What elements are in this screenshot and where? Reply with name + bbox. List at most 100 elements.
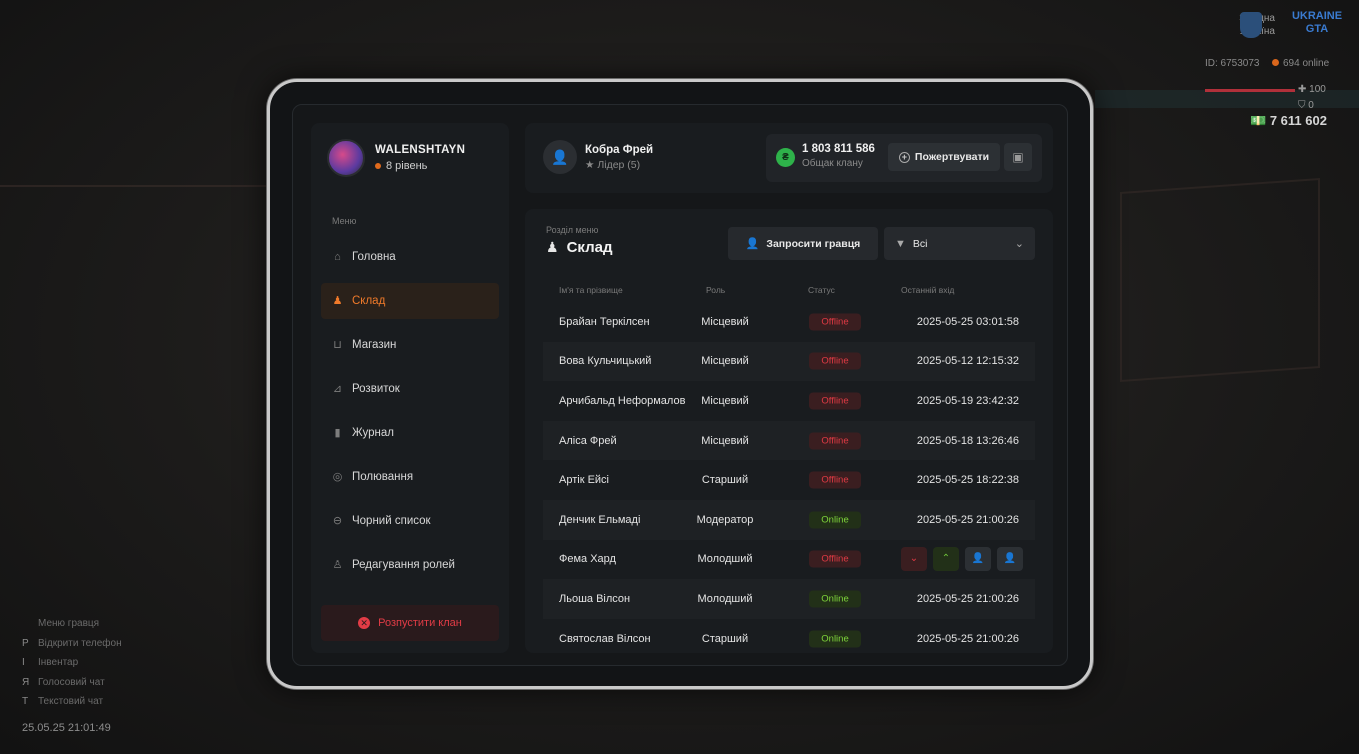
leader-role: ★ Лідер (5) xyxy=(585,158,641,171)
disband-clan-button[interactable]: ✕ Розпустити клан xyxy=(321,605,499,641)
member-role: Місцевий xyxy=(701,394,749,407)
target-icon: ◎ xyxy=(332,470,343,483)
menu-label: Меню xyxy=(332,216,357,226)
status-filter-select[interactable]: ▼ Всі ⌄ xyxy=(884,227,1035,260)
sidebar-item-label: Журнал xyxy=(352,427,394,439)
table-row[interactable]: Артік Ейсі Старший Offline 2025-05-25 18:22… xyxy=(543,460,1035,500)
last-login: 2025-05-19 23:42:32 xyxy=(916,394,1019,407)
chart-icon: ⊿ xyxy=(332,382,343,395)
plus-icon: + xyxy=(898,151,910,163)
table-row[interactable]: Денчик Ельмаді Модератор Online 2025-05-25 … xyxy=(543,499,1035,540)
promote-button[interactable]: ⌃ xyxy=(933,547,959,572)
section-label: Розділ меню xyxy=(546,225,599,235)
player-name: WALENSHTAYN xyxy=(375,144,466,156)
member-name: Вова Кульчицький xyxy=(559,355,652,368)
tablet-screen: WALENSHTAYN 8 рівень Меню ⌂ Головна ♟ Склад… xyxy=(292,104,1068,666)
member-name: Денчик Ельмаді xyxy=(559,513,641,526)
clan-leader: 👤 Кобра Фрей ★ Лідер (5) xyxy=(543,140,653,174)
hud-player-id: ID: 6753073 xyxy=(1205,58,1260,69)
clan-bank: ₴ 1 803 811 586 Общак клану + Пожертвува… xyxy=(766,134,1042,182)
user-add-icon: 👤 xyxy=(745,238,760,250)
member-role: Місцевий xyxy=(701,355,749,368)
bank-label: Общак клану xyxy=(802,158,863,169)
armor-value: ⛉ 0 xyxy=(1298,100,1314,111)
sidebar-item-label: Чорний список xyxy=(352,515,431,527)
tablet-frame: WALENSHTAYN 8 рівень Меню ⌂ Головна ♟ Склад… xyxy=(267,79,1093,689)
member-name: Святослав Вілсон xyxy=(559,632,651,645)
member-name: Аліса Фрей xyxy=(559,434,617,447)
member-name: Артік Ейсі xyxy=(559,474,609,487)
bank-amount: 1 803 811 586 xyxy=(802,143,875,155)
hint-item: T Текстовий чат xyxy=(22,696,104,707)
column-last-login: Останній вхід xyxy=(901,285,955,295)
status-badge: Offline xyxy=(809,432,861,450)
column-name: Ім'я та прізвище xyxy=(559,285,623,295)
home-icon: ⌂ xyxy=(334,250,341,263)
column-status: Статус xyxy=(808,285,835,295)
invite-player-button[interactable]: 👤 Запросити гравця xyxy=(728,227,878,260)
sidebar-item[interactable]: ⊿ Розвиток xyxy=(321,371,499,407)
status-badge: Offline xyxy=(809,313,861,331)
sidebar-item[interactable]: ⊔ Магазин xyxy=(321,327,499,363)
hud-online-count: 694 online xyxy=(1272,58,1329,69)
members-table: Брайан Теркілсен Місцевий Offline 2025-05-2… xyxy=(543,302,1035,653)
table-row[interactable]: Святослав Вілсон Старший Online 2025-05-25 … xyxy=(543,619,1035,653)
status-badge: Online xyxy=(809,590,861,608)
sidebar-item[interactable]: ♙ Редагування ролей xyxy=(321,547,499,583)
sidebar-item[interactable]: ◎ Полювання xyxy=(321,459,499,495)
demote-button[interactable]: ⌄ xyxy=(901,547,927,572)
close-circle-icon: ✕ xyxy=(358,617,371,629)
sidebar-item[interactable]: ⌂ Головна xyxy=(321,239,499,275)
sidebar-item-label: Магазин xyxy=(352,339,397,351)
people-icon: ♟ xyxy=(332,294,343,307)
table-row[interactable]: Брайан Теркілсен Місцевий Offline 2025-05-2… xyxy=(543,302,1035,342)
donate-button[interactable]: + Пожертвувати xyxy=(888,143,1000,171)
members-panel: Розділ меню ♟ Склад 👤 Запросити гравця ▼… xyxy=(525,209,1053,653)
sidebar-item[interactable]: ▮ Журнал xyxy=(321,415,499,451)
hud-money: 💵 7 611 602 xyxy=(1250,113,1327,128)
avatar xyxy=(327,139,365,177)
hint-item: Я Голосовий чат xyxy=(22,676,105,688)
member-role: Старший xyxy=(701,632,749,645)
table-row[interactable]: Льоша Вілсон Молодший Online 2025-05-25 21:… xyxy=(543,579,1035,619)
table-row[interactable]: Фема Хард Молодший Offline ⌄ ⌃ 👤 👤 xyxy=(543,540,1035,580)
kick-user-button[interactable]: 👤 xyxy=(997,547,1023,572)
table-row[interactable]: Арчибальд Неформалов Місцевий Offline 2025-… xyxy=(543,381,1035,421)
sidebar-item-label: Склад xyxy=(352,295,386,307)
user-edit-icon: ♙ xyxy=(332,558,343,571)
status-badge: Offline xyxy=(809,550,861,568)
member-name: Арчибальд Неформалов xyxy=(559,394,686,407)
member-role: Місцевий xyxy=(701,315,749,328)
sidebar-item-label: Розвиток xyxy=(352,383,400,395)
hint-item: P Відкрити телефон xyxy=(22,637,122,649)
filter-icon: ▼ xyxy=(895,237,906,250)
row-actions: ⌄ ⌃ 👤 👤 xyxy=(901,547,1023,572)
column-role: Роль xyxy=(706,285,726,295)
people-icon: ♟ xyxy=(546,239,559,255)
gift-icon[interactable]: ▣ xyxy=(1004,143,1032,171)
health-bar xyxy=(1205,89,1295,92)
last-login: 2025-05-25 03:01:58 xyxy=(916,315,1019,328)
page-title: ♟ Склад xyxy=(546,239,613,256)
chevron-down-icon: ⌄ xyxy=(1014,238,1024,250)
coin-icon: ₴ xyxy=(776,148,795,167)
sidebar-item-label: Полювання xyxy=(352,471,414,483)
clan-header: 👤 Кобра Фрей ★ Лідер (5) ₴ 1 803 811 586… xyxy=(525,123,1053,193)
member-role: Модератор xyxy=(696,513,754,526)
sidebar-item[interactable]: ♟ Склад xyxy=(321,283,499,319)
sidebar-item[interactable]: ⊖ Чорний список xyxy=(321,503,499,539)
basket-icon: ⊔ xyxy=(333,338,342,351)
table-row[interactable]: Аліса Фрей Місцевий Offline 2025-05-18 13:2… xyxy=(543,420,1035,461)
status-badge: Offline xyxy=(809,471,861,489)
member-name: Фема Хард xyxy=(559,553,616,566)
clock: 25.05.25 21:01:49 xyxy=(22,722,111,734)
player-profile: WALENSHTAYN 8 рівень xyxy=(327,139,465,177)
hint-item: Меню гравця xyxy=(38,618,100,629)
member-role: Молодший xyxy=(697,553,753,566)
user-icon-button[interactable]: 👤 xyxy=(965,547,991,572)
player-level: 8 рівень xyxy=(375,160,465,172)
member-role: Місцевий xyxy=(701,434,749,447)
sidebar-item-label: Редагування ролей xyxy=(352,559,455,571)
table-row[interactable]: Вова Кульчицький Місцевий Offline 2025-05-1… xyxy=(543,341,1035,382)
table-header: Ім'я та прізвище Роль Статус Останній вх… xyxy=(559,285,1039,297)
